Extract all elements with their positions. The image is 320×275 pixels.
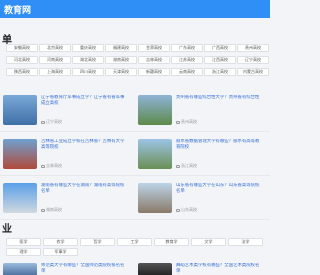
section-title-majors: 业 bbox=[2, 224, 12, 235]
school-card-image[interactable] bbox=[3, 95, 37, 125]
school-card-province-label: 浙江高校 bbox=[181, 163, 197, 168]
school-card-image[interactable] bbox=[138, 183, 172, 213]
province-tag[interactable]: 甘肃高校 bbox=[138, 44, 170, 52]
school-card-province[interactable]: 辽宁高校 bbox=[41, 119, 62, 125]
province-tag[interactable]: 新疆高校 bbox=[138, 68, 170, 76]
subject-tag[interactable]: 理学 bbox=[6, 248, 41, 256]
province-tag[interactable]: 上海高校 bbox=[39, 68, 71, 76]
school-card-province-label: 吉林高校 bbox=[46, 163, 62, 168]
province-tag[interactable]: 云南高校 bbox=[171, 68, 203, 76]
card-row-divider bbox=[0, 219, 270, 220]
province-tag[interactable]: 贵州高校 bbox=[237, 44, 269, 52]
school-card-image[interactable] bbox=[138, 95, 172, 125]
province-tag[interactable]: 四川高校 bbox=[72, 68, 104, 76]
subject-tag[interactable]: 文学 bbox=[191, 238, 226, 246]
province-tag[interactable]: 北京高校 bbox=[39, 44, 71, 52]
subject-tag[interactable]: 医学 bbox=[6, 238, 41, 246]
province-tag[interactable]: 陕西高校 bbox=[6, 68, 38, 76]
subject-tag-list: 医学 农学 哲学 工学 教育学 文学 法学理学 军事学 bbox=[6, 238, 268, 258]
school-card-province-label: 辽宁高校 bbox=[46, 119, 62, 124]
major-card-title[interactable]: 舞蹈艺术类学校有哪些？全国艺术类院校名单 bbox=[176, 263, 260, 275]
tag-icon bbox=[41, 208, 45, 212]
province-tag[interactable]: 福建高校 bbox=[105, 44, 137, 52]
major-card-title[interactable]: 师范类大学有哪些？全国师范类院校排名名单 bbox=[41, 263, 125, 275]
tag-icon bbox=[41, 164, 45, 168]
major-card-image[interactable] bbox=[138, 263, 172, 275]
subject-tag[interactable]: 哲学 bbox=[80, 238, 115, 246]
tag-icon bbox=[176, 120, 180, 124]
province-tag[interactable]: 吉林高校 bbox=[138, 56, 170, 64]
school-card-title[interactable]: 辽宁省教育厅军事成立学？辽宁省有省军事成立高校 bbox=[41, 95, 125, 113]
school-card-province[interactable]: 浙江高校 bbox=[176, 163, 197, 169]
school-card-title[interactable]: 湖南省有哪些大学在湖南？湖南有高等院校名单 bbox=[41, 183, 125, 201]
school-card-province[interactable]: 山东高校 bbox=[176, 207, 197, 213]
school-card-title[interactable]: 吉林省工业成立学校在吉林省？吉林有大学高等院校 bbox=[41, 139, 125, 157]
tag-icon bbox=[176, 208, 180, 212]
province-tag[interactable]: 天津高校 bbox=[105, 68, 137, 76]
school-card-title[interactable]: 山东省有哪些大学在山东？山东省高等院校名单 bbox=[176, 183, 260, 201]
tag-icon bbox=[176, 164, 180, 168]
school-card-province-label: 湖南高校 bbox=[46, 207, 62, 212]
major-card-image[interactable] bbox=[3, 263, 37, 275]
province-tag[interactable]: 江苏高校 bbox=[171, 56, 203, 64]
province-tag[interactable]: 浙江高校 bbox=[204, 68, 236, 76]
school-card-image[interactable] bbox=[3, 183, 37, 213]
major-card-list: 师范类大学有哪些？全国师范类院校排名名单 舞蹈艺术类学校有哪些？全国艺术类院校名单 bbox=[0, 262, 270, 275]
subject-tag[interactable]: 农学 bbox=[43, 238, 78, 246]
province-tag[interactable]: 辽宁高校 bbox=[237, 56, 269, 64]
school-card-province[interactable]: 贵州高校 bbox=[176, 119, 197, 125]
province-tag-list: 安徽高校 北京高校 重庆高校 福建高校 甘肃高校 广东高校 广西高校 贵州高校河北高校 河南高校… bbox=[6, 44, 269, 80]
province-tag[interactable]: 广西高校 bbox=[204, 44, 236, 52]
card-row-divider bbox=[0, 131, 270, 132]
card-row-divider bbox=[0, 175, 270, 176]
school-card-province[interactable]: 湖南高校 bbox=[41, 207, 62, 213]
school-card-image[interactable] bbox=[138, 139, 172, 169]
province-tag[interactable]: 河北高校 bbox=[6, 56, 38, 64]
province-tag[interactable]: 广东高校 bbox=[171, 44, 203, 52]
top-navigation-bar: 教育网 bbox=[0, 0, 270, 18]
tag-icon bbox=[41, 120, 45, 124]
subject-tag[interactable]: 军事学 bbox=[43, 248, 78, 256]
site-title[interactable]: 教育网 bbox=[4, 3, 31, 16]
province-tag[interactable]: 内蒙古高校 bbox=[237, 68, 269, 76]
school-card-image[interactable] bbox=[3, 139, 37, 169]
school-card-title[interactable]: 贵州省有哪些综合性大学？贵州省有综合性 bbox=[176, 95, 260, 113]
province-tag[interactable]: 安徽高校 bbox=[6, 44, 38, 52]
subject-tag[interactable]: 法学 bbox=[228, 238, 263, 246]
province-tag[interactable]: 江西高校 bbox=[204, 56, 236, 64]
school-card-title[interactable]: 丽水省数据管理大学有哪些？丽水有高等教育院校 bbox=[176, 139, 260, 157]
province-tag[interactable]: 重庆高校 bbox=[72, 44, 104, 52]
subject-tag[interactable]: 教育学 bbox=[154, 238, 189, 246]
province-tag[interactable]: 湖北高校 bbox=[72, 56, 104, 64]
school-card-province-label: 贵州高校 bbox=[181, 119, 197, 124]
province-tag[interactable]: 河南高校 bbox=[39, 56, 71, 64]
province-tag[interactable]: 湖南高校 bbox=[105, 56, 137, 64]
school-card-province[interactable]: 吉林高校 bbox=[41, 163, 62, 169]
school-card-province-label: 山东高校 bbox=[181, 207, 197, 212]
subject-tag[interactable]: 工学 bbox=[117, 238, 152, 246]
